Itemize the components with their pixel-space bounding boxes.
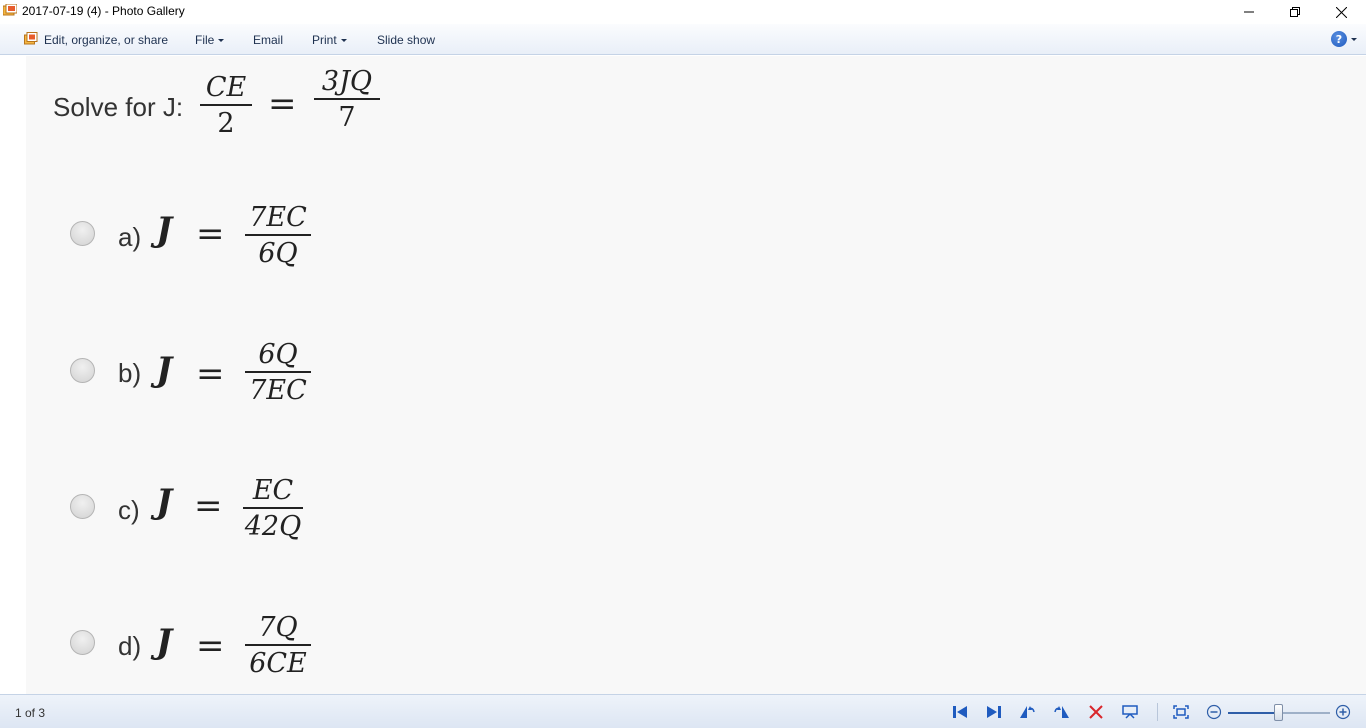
close-button[interactable] (1318, 0, 1364, 24)
option-d-denominator: 6CE (249, 648, 307, 679)
fraction-bar (243, 507, 303, 509)
option-a-radio[interactable] (70, 221, 95, 246)
print-menu[interactable]: Print (312, 33, 347, 47)
option-a-denominator: 6Q (258, 238, 298, 269)
email-button[interactable]: Email (253, 33, 283, 47)
fraction-bar (245, 371, 311, 373)
skip-next-icon (987, 706, 1001, 718)
zoom-in-icon (1335, 704, 1351, 720)
option-a-label: a) (118, 222, 142, 252)
question-rhs-numerator: 3JQ (321, 66, 373, 97)
option-c-numerator: EC (252, 475, 294, 506)
skip-previous-icon (953, 706, 967, 718)
minimize-button[interactable] (1226, 0, 1272, 24)
title-bar: 2017-07-19 (4) - Photo Gallery (0, 0, 1366, 24)
fraction-bar (314, 98, 380, 100)
option-b-numerator: 6Q (258, 339, 298, 370)
previous-button[interactable] (951, 704, 969, 720)
fraction-bar (245, 644, 311, 646)
slide-show-icon (1122, 705, 1138, 719)
delete-button[interactable] (1087, 704, 1105, 720)
edit-organize-icon (24, 32, 38, 45)
option-b-equals: = (196, 354, 225, 394)
zoom-out-button[interactable] (1205, 704, 1223, 720)
option-b-fraction: 6Q 7EC (245, 341, 311, 404)
edit-organize-share-label: Edit, organize, or share (44, 33, 169, 47)
zoom-slider-thumb[interactable] (1274, 704, 1283, 721)
option-b-denominator: 7EC (249, 375, 307, 406)
restore-icon (1290, 7, 1300, 17)
rotate-right-icon (1054, 706, 1069, 718)
rotate-clockwise-button[interactable] (1053, 704, 1071, 720)
window-title: 2017-07-19 (4) - Photo Gallery (22, 4, 185, 18)
option-b-radio[interactable] (70, 358, 95, 383)
question-prefix: Solve for J: (53, 92, 184, 122)
chevron-down-icon (340, 38, 347, 42)
option-c-equals: = (194, 486, 223, 526)
fraction-bar (245, 234, 311, 236)
play-slide-show-button[interactable] (1121, 704, 1139, 720)
option-d-equals: = (196, 626, 225, 666)
edit-organize-share-button[interactable]: Edit, organize, or share (44, 33, 168, 47)
option-d-label: d) (118, 631, 142, 661)
option-d-fraction: 7Q 6CE (245, 614, 311, 677)
zoom-out-icon (1206, 704, 1222, 720)
option-a-fraction: 7EC 6Q (245, 204, 311, 267)
option-a-numerator: 7EC (249, 202, 307, 233)
help-icon[interactable]: ? (1331, 31, 1347, 47)
question-lhs-fraction: CE 2 (200, 74, 252, 137)
restore-button[interactable] (1272, 0, 1318, 24)
photo-gallery-app-icon (3, 4, 17, 16)
page-indicator: 1 of 3 (15, 706, 46, 720)
help-glyph: ? (1335, 32, 1343, 46)
fraction-bar (200, 104, 252, 106)
close-icon (1335, 6, 1347, 18)
option-a-equals: = (196, 214, 225, 254)
option-d-radio[interactable] (70, 630, 95, 655)
rotate-counterclockwise-button[interactable] (1018, 704, 1036, 720)
print-menu-label: Print (312, 33, 337, 47)
option-b-variable: J (156, 350, 173, 390)
divider (1157, 703, 1158, 721)
actual-size-button[interactable] (1172, 704, 1190, 720)
minimize-icon (1244, 11, 1254, 13)
question-rhs-denominator: 7 (338, 102, 356, 133)
file-menu-label: File (195, 33, 215, 47)
option-b-label: b) (118, 358, 142, 388)
option-c-label: c) (118, 495, 140, 525)
option-c-denominator: 42Q (244, 511, 302, 542)
option-d-variable: J (156, 622, 173, 662)
zoom-in-button[interactable] (1334, 704, 1352, 720)
option-c-fraction: EC 42Q (243, 477, 303, 540)
status-bar: 1 of 3 (0, 694, 1366, 728)
question-equals: = (268, 84, 297, 124)
photo-viewport: Solve for J: CE 2 = 3JQ 7 a) J = 7EC 6Q … (0, 56, 1366, 694)
next-button[interactable] (985, 704, 1003, 720)
question-rhs-fraction: 3JQ 7 (314, 68, 380, 131)
email-label: Email (253, 33, 284, 47)
option-c-variable: J (156, 482, 173, 522)
option-d-numerator: 7Q (258, 612, 298, 643)
zoom-slider-fill (1228, 712, 1279, 714)
question-lhs-denominator: 2 (217, 108, 235, 139)
delete-x-icon (1089, 705, 1103, 719)
chevron-down-icon (218, 38, 225, 42)
slide-show-label: Slide show (377, 33, 436, 47)
rotate-left-icon (1020, 706, 1035, 718)
question-lhs-numerator: CE (205, 72, 247, 103)
fit-to-window-icon (1173, 705, 1189, 719)
file-menu[interactable]: File (195, 33, 225, 47)
option-c-radio[interactable] (70, 494, 95, 519)
photo-image: Solve for J: CE 2 = 3JQ 7 a) J = 7EC 6Q … (26, 56, 1366, 694)
help-chevron-down-icon[interactable] (1351, 38, 1357, 41)
slide-show-button[interactable]: Slide show (377, 33, 435, 47)
option-a-variable: J (156, 210, 173, 250)
